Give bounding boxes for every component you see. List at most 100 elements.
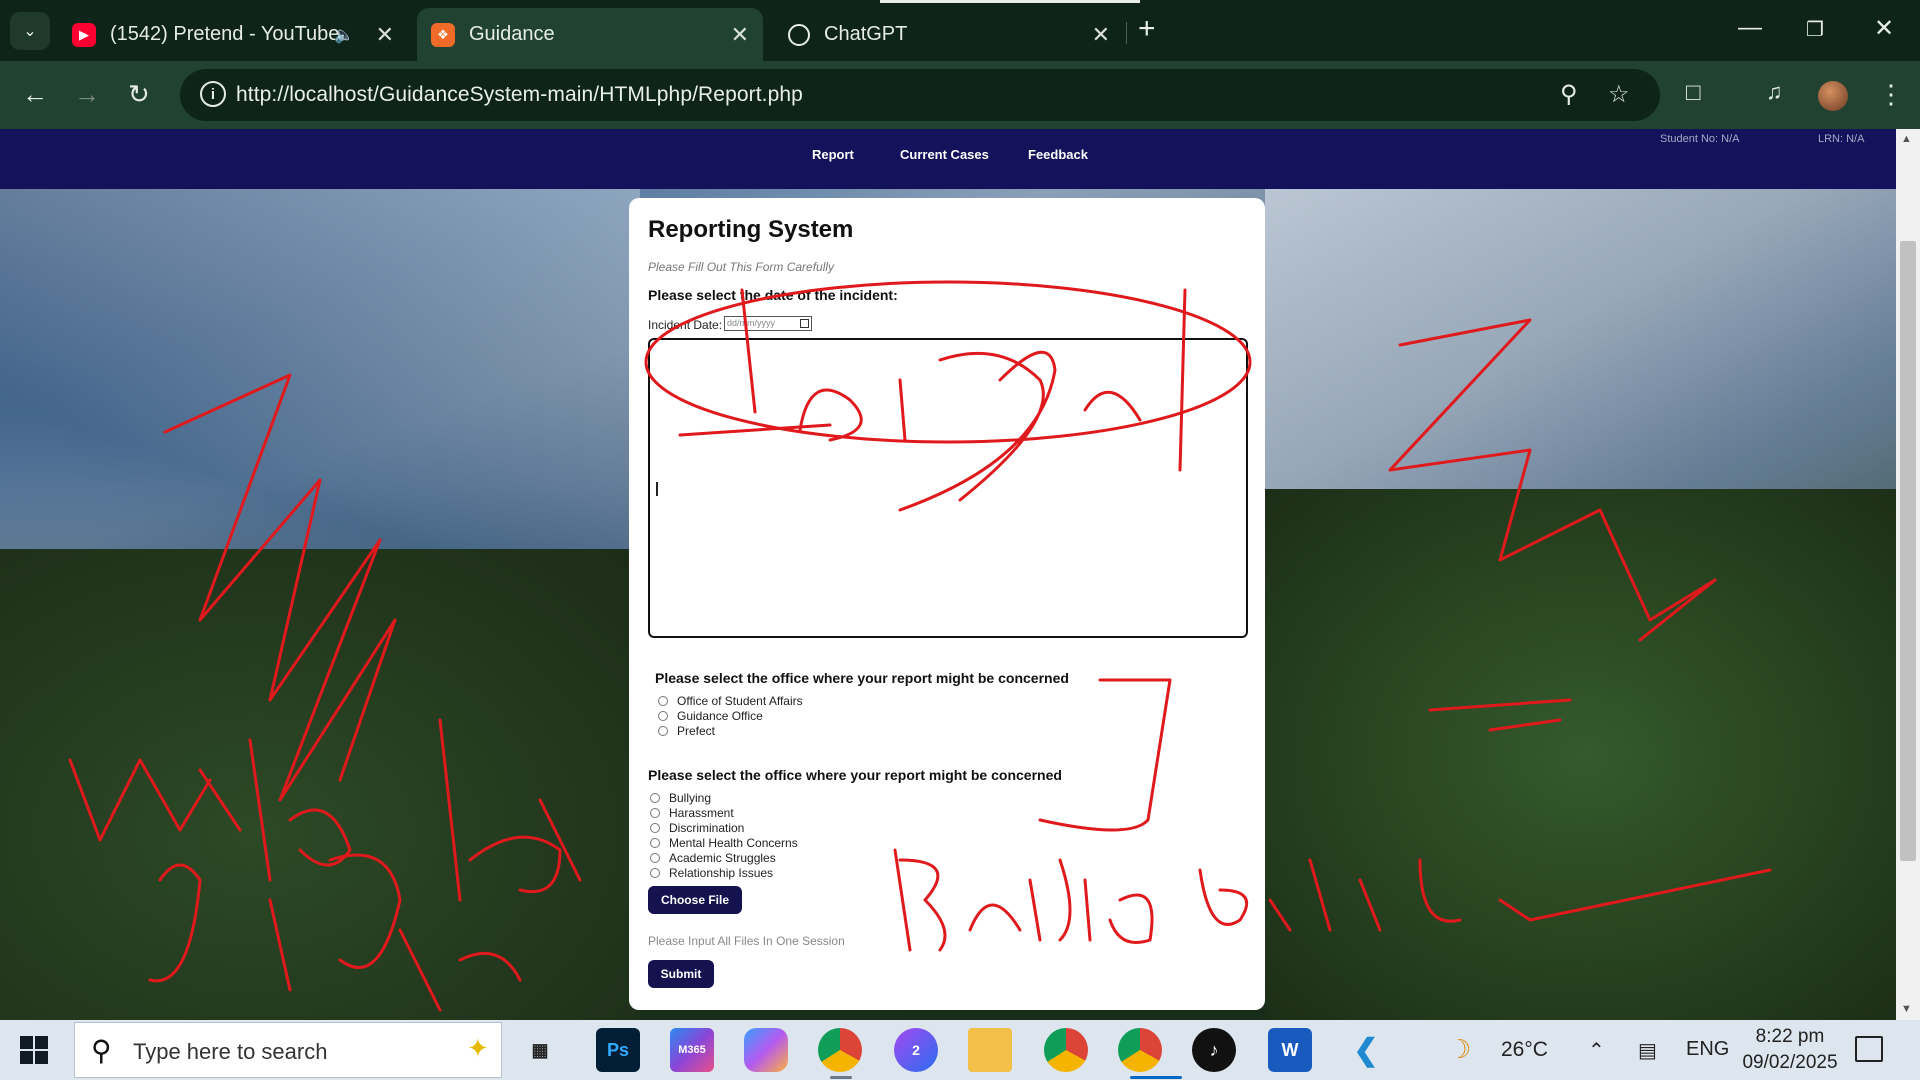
copilot-icon[interactable] bbox=[744, 1028, 788, 1072]
category-option[interactable]: Mental Health Concerns bbox=[650, 836, 798, 850]
bookmark-star-icon[interactable]: ☆ bbox=[1608, 80, 1630, 109]
task-view-icon[interactable]: ▦ bbox=[518, 1028, 562, 1072]
chevron-up-icon[interactable]: ⌃ bbox=[1588, 1038, 1605, 1063]
menu-kebab-icon[interactable]: ⋮ bbox=[1878, 79, 1904, 110]
close-tab-icon[interactable]: ✕ bbox=[376, 22, 394, 48]
category-option[interactable]: Relationship Issues bbox=[650, 866, 773, 880]
radio-button[interactable] bbox=[658, 726, 668, 736]
office-option[interactable]: Office of Student Affairs bbox=[658, 694, 803, 708]
speaker-icon[interactable]: 🔈 bbox=[334, 25, 354, 45]
active-indicator bbox=[1130, 1076, 1182, 1079]
radio-button[interactable] bbox=[658, 696, 668, 706]
messenger-icon[interactable]: 2 bbox=[894, 1028, 938, 1072]
media-control-icon[interactable]: ♫ bbox=[1766, 79, 1783, 105]
submit-button[interactable]: Submit bbox=[648, 960, 714, 988]
url-text[interactable]: http://localhost/GuidanceSystem-main/HTM… bbox=[236, 83, 803, 107]
new-tab-button[interactable]: + bbox=[1138, 14, 1156, 44]
option-label: Office of Student Affairs bbox=[677, 694, 803, 708]
search-placeholder: Type here to search bbox=[133, 1039, 328, 1064]
close-window-button[interactable]: ✕ bbox=[1874, 14, 1894, 43]
category-question: Please select the office where your repo… bbox=[648, 767, 1062, 783]
option-label: Bullying bbox=[669, 791, 712, 805]
back-icon[interactable]: ← bbox=[22, 79, 48, 110]
radio-button[interactable] bbox=[650, 868, 660, 878]
windows-start-icon[interactable] bbox=[20, 1036, 48, 1064]
m365-icon[interactable]: M365 bbox=[670, 1028, 714, 1072]
category-option[interactable]: Academic Struggles bbox=[650, 851, 776, 865]
zoom-icon[interactable]: ⚲ bbox=[1560, 80, 1578, 109]
radio-button[interactable] bbox=[650, 838, 660, 848]
site-info-icon[interactable]: i bbox=[200, 81, 226, 107]
scrollbar-thumb[interactable] bbox=[1900, 241, 1916, 861]
extensions-icon[interactable]: □ bbox=[1686, 79, 1701, 107]
lrn-label: LRN: N/A bbox=[1818, 133, 1865, 145]
incident-description-textarea[interactable] bbox=[648, 338, 1248, 638]
temperature[interactable]: 26°C bbox=[1501, 1038, 1548, 1062]
search-icon: ⚲ bbox=[91, 1035, 112, 1066]
notification-icon[interactable] bbox=[1855, 1036, 1883, 1062]
tab-loading-bar bbox=[880, 0, 1140, 3]
category-option[interactable]: Harassment bbox=[650, 806, 734, 820]
tab-chatgpt[interactable]: ChatGPT ✕ bbox=[774, 8, 1124, 61]
radio-button[interactable] bbox=[650, 823, 660, 833]
option-label: Harassment bbox=[669, 806, 734, 820]
language-indicator[interactable]: ENG bbox=[1686, 1038, 1729, 1061]
close-tab-icon[interactable]: ✕ bbox=[731, 22, 749, 48]
radio-button[interactable] bbox=[650, 808, 660, 818]
office-question: Please select the office where your repo… bbox=[655, 670, 1069, 686]
tab-search-button[interactable]: ⌄ bbox=[10, 12, 50, 50]
radio-button[interactable] bbox=[658, 711, 668, 721]
tab-title: (1542) Pretend - YouTube bbox=[110, 23, 340, 45]
profile-avatar[interactable] bbox=[1818, 81, 1848, 111]
weather-icon[interactable]: ☽ bbox=[1448, 1034, 1471, 1065]
tab-title: Guidance bbox=[469, 23, 555, 45]
tab-separator bbox=[1126, 22, 1127, 44]
incident-date-input[interactable]: dd/mm/yyyy bbox=[724, 316, 812, 331]
scroll-down-icon[interactable]: ▼ bbox=[1901, 1003, 1912, 1015]
upload-hint: Please Input All Files In One Session bbox=[648, 934, 845, 948]
page-scrollbar[interactable]: ▲ ▼ bbox=[1896, 129, 1920, 1020]
tab-youtube[interactable]: ▶ (1542) Pretend - YouTube 🔈 ✕ bbox=[58, 8, 408, 61]
background-trees-right bbox=[1265, 489, 1905, 1020]
form-title: Reporting System bbox=[648, 216, 854, 243]
category-option[interactable]: Bullying bbox=[650, 791, 711, 805]
tiktok-icon[interactable]: ♪ bbox=[1192, 1028, 1236, 1072]
office-option[interactable]: Guidance Office bbox=[658, 709, 763, 723]
clock-date[interactable]: 09/02/2025 bbox=[1736, 1052, 1844, 1074]
address-bar[interactable]: i http://localhost/GuidanceSystem-main/H… bbox=[180, 69, 1660, 121]
radio-button[interactable] bbox=[650, 793, 660, 803]
chevron-down-icon: ⌄ bbox=[23, 23, 37, 40]
browser-toolbar: ← → ↻ i http://localhost/GuidanceSystem-… bbox=[0, 61, 1920, 129]
chrome-profile-icon[interactable] bbox=[1044, 1028, 1088, 1072]
chrome-icon[interactable] bbox=[818, 1028, 862, 1072]
date-placeholder: dd/mm/yyyy bbox=[727, 318, 776, 328]
reload-icon[interactable]: ↻ bbox=[128, 79, 150, 110]
choose-file-button[interactable]: Choose File bbox=[648, 886, 742, 914]
nav-report-link[interactable]: Report bbox=[812, 147, 854, 162]
background-trees-left bbox=[0, 549, 640, 1020]
clock-time[interactable]: 8:22 pm bbox=[1740, 1026, 1840, 1048]
office-option[interactable]: Prefect bbox=[658, 724, 715, 738]
scroll-up-icon[interactable]: ▲ bbox=[1901, 133, 1912, 145]
radio-button[interactable] bbox=[650, 853, 660, 863]
nav-feedback-link[interactable]: Feedback bbox=[1028, 147, 1088, 162]
close-tab-icon[interactable]: ✕ bbox=[1092, 22, 1110, 48]
word-icon[interactable]: W bbox=[1268, 1028, 1312, 1072]
nav-current-cases-link[interactable]: Current Cases bbox=[900, 147, 989, 162]
chatgpt-icon bbox=[788, 23, 810, 46]
calendar-icon[interactable] bbox=[800, 319, 809, 328]
file-explorer-icon[interactable] bbox=[968, 1028, 1012, 1072]
vscode-icon[interactable]: ❮ bbox=[1344, 1028, 1388, 1072]
photoshop-icon[interactable]: Ps bbox=[596, 1028, 640, 1072]
forward-icon[interactable]: → bbox=[74, 79, 100, 110]
battery-icon[interactable]: ▤ bbox=[1638, 1038, 1657, 1063]
minimize-button[interactable]: — bbox=[1738, 14, 1762, 42]
running-indicator bbox=[830, 1076, 852, 1079]
tab-guidance[interactable]: ❖ Guidance ✕ bbox=[417, 8, 763, 61]
category-option[interactable]: Discrimination bbox=[650, 821, 744, 835]
xampp-icon: ❖ bbox=[431, 22, 455, 47]
chrome-active-icon[interactable] bbox=[1118, 1028, 1162, 1072]
taskbar-search-input[interactable]: ⚲ Type here to search ✦ bbox=[74, 1022, 502, 1078]
report-form-card: Reporting System Please Fill Out This Fo… bbox=[629, 198, 1265, 1010]
restore-button[interactable]: ❐ bbox=[1806, 17, 1824, 42]
